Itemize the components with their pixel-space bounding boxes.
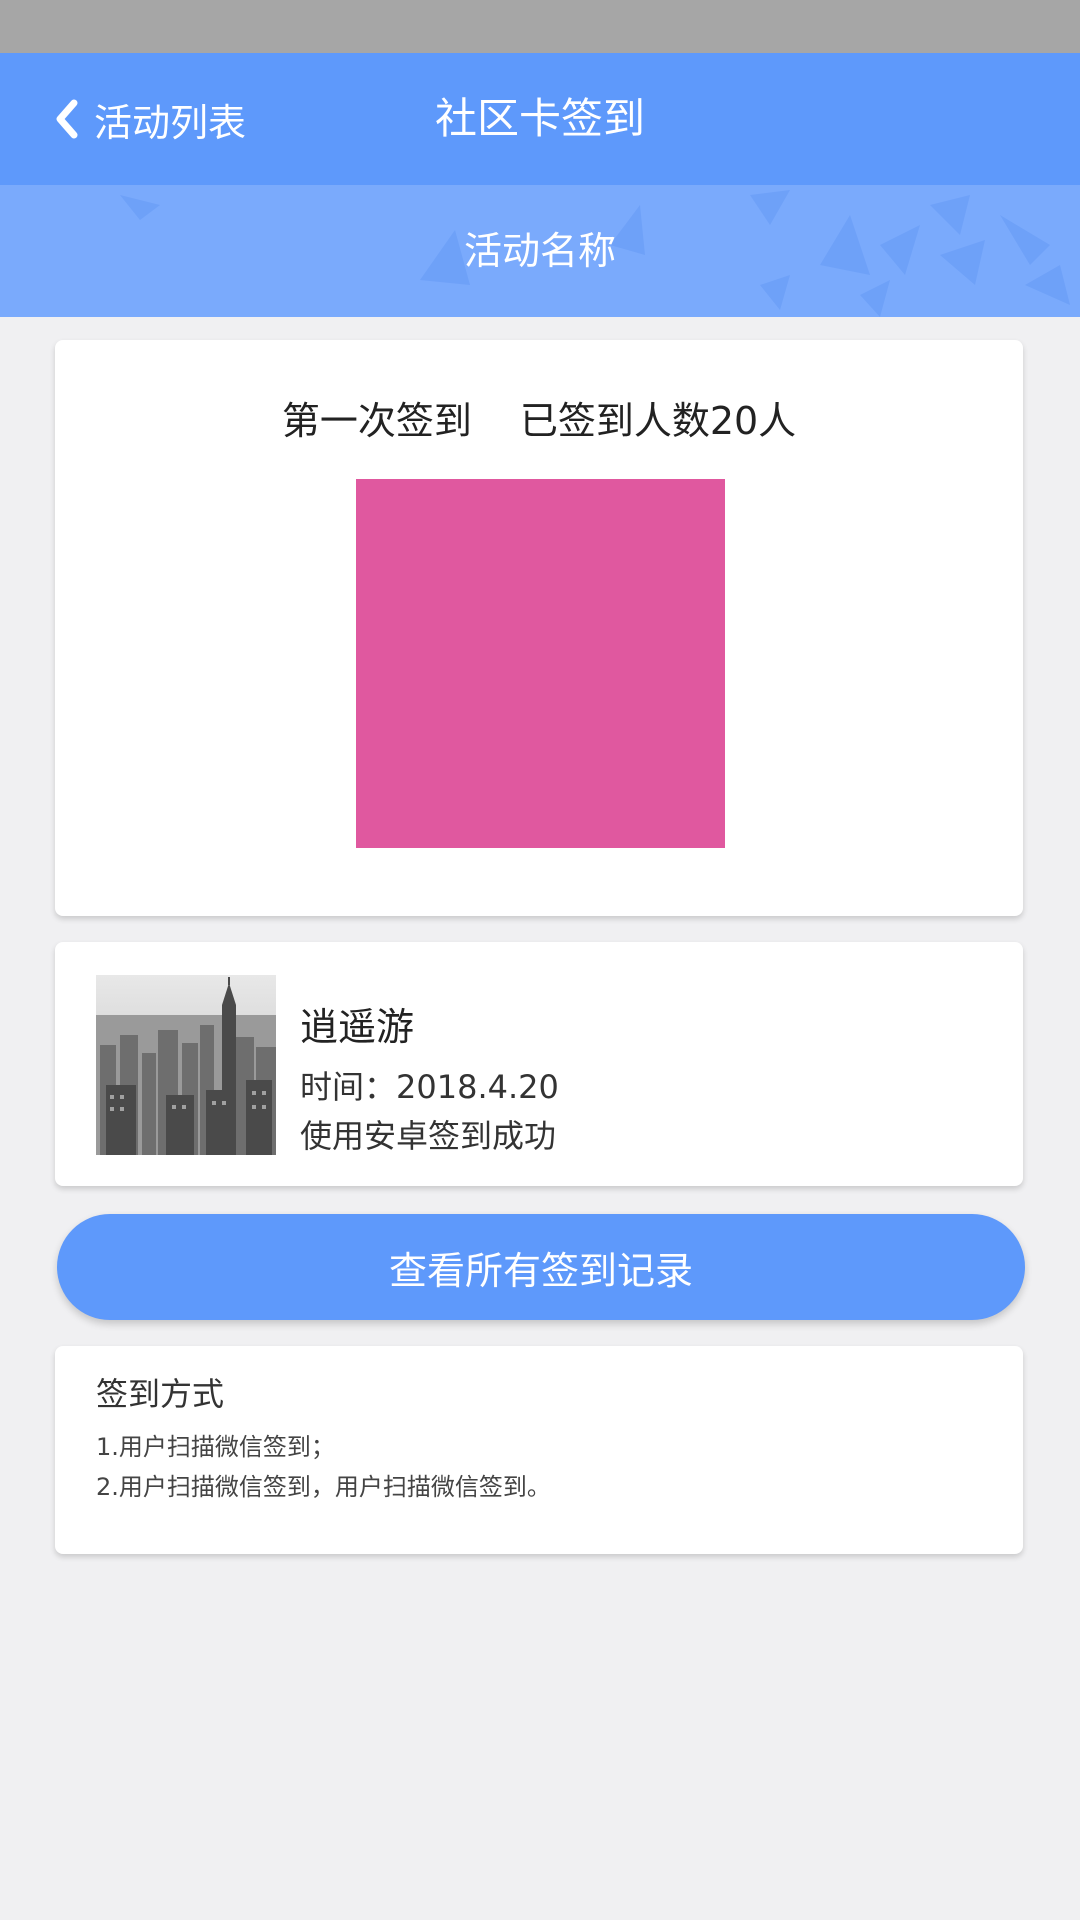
view-all-records-button[interactable]: 查看所有签到记录 bbox=[57, 1214, 1025, 1320]
signin-heading: 第一次签到 已签到人数20人 bbox=[55, 396, 1023, 446]
status-bar bbox=[0, 0, 1080, 53]
page-title: 社区卡签到 bbox=[434, 94, 645, 143]
signin-round-label: 第一次签到 bbox=[281, 399, 472, 443]
signin-count-label: 已签到人数20人 bbox=[519, 399, 797, 443]
signin-method-item: 1.用户扫描微信签到； bbox=[96, 1433, 335, 1461]
record-time: 时间：2018.4.20 bbox=[300, 1068, 559, 1106]
navigation-bar: 活动列表 社区卡签到 bbox=[0, 53, 1080, 185]
record-status: 使用安卓签到成功 bbox=[300, 1117, 557, 1155]
activity-banner: 活动名称 bbox=[0, 185, 1080, 317]
signin-methods-title: 签到方式 bbox=[96, 1375, 225, 1413]
city-skyline-thumbnail bbox=[96, 975, 276, 1155]
record-user-name: 逍遥游 bbox=[300, 1005, 415, 1049]
activity-name: 活动名称 bbox=[463, 229, 616, 273]
latest-record-card[interactable]: 逍遥游 时间：2018.4.20 使用安卓签到成功 bbox=[55, 942, 1023, 1186]
qr-code bbox=[356, 479, 725, 848]
signin-method-item: 2.用户扫描微信签到，用户扫描微信签到。 bbox=[96, 1473, 551, 1501]
signin-qr-card: 第一次签到 已签到人数20人 bbox=[55, 340, 1023, 916]
signin-methods-card: 签到方式 1.用户扫描微信签到； 2.用户扫描微信签到，用户扫描微信签到。 bbox=[55, 1346, 1023, 1554]
